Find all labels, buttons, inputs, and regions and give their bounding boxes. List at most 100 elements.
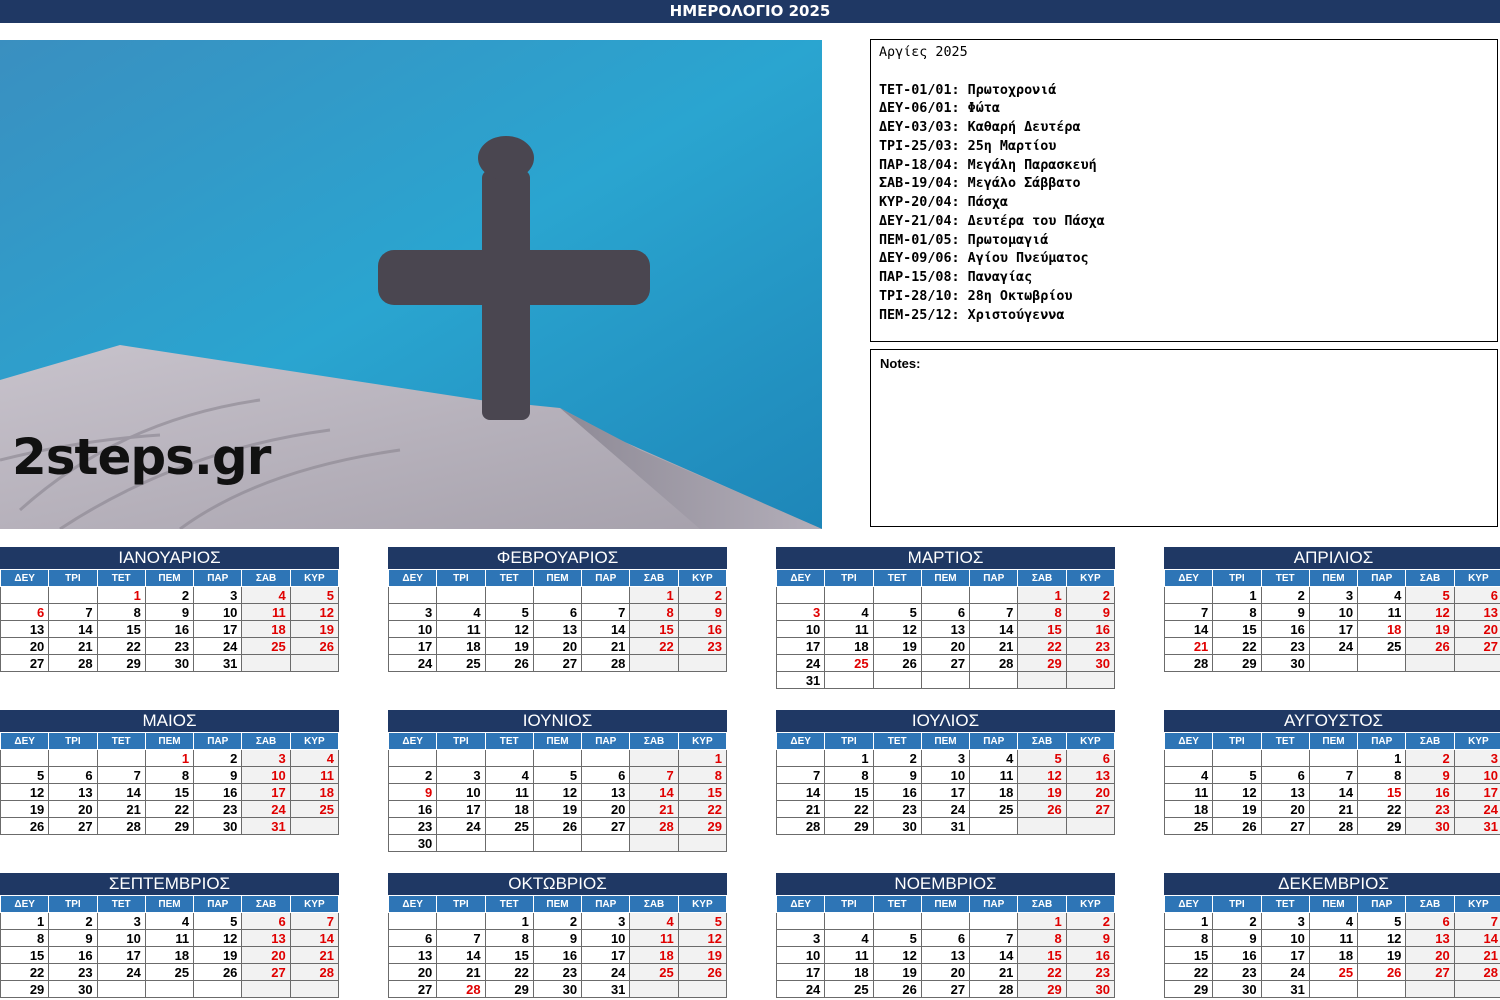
day-cell[interactable]: 3 xyxy=(1453,749,1500,767)
day-cell[interactable]: 27 xyxy=(48,817,98,835)
day-cell[interactable]: 26 xyxy=(0,817,50,835)
day-cell[interactable]: 4 xyxy=(1163,766,1214,784)
day-cell[interactable]: 22 xyxy=(1017,637,1067,655)
day-cell[interactable]: 4 xyxy=(629,912,679,930)
day-cell[interactable]: 5 xyxy=(1017,749,1067,767)
day-cell[interactable]: 15 xyxy=(629,620,679,638)
day-cell[interactable]: 8 xyxy=(1017,603,1067,621)
day-cell[interactable]: 5 xyxy=(1212,766,1262,784)
day-cell[interactable]: 2 xyxy=(144,586,195,604)
day-cell[interactable]: 8 xyxy=(1357,766,1407,784)
day-cell[interactable]: 15 xyxy=(144,783,195,801)
day-cell[interactable]: 16 xyxy=(1065,620,1116,638)
day-cell[interactable]: 30 xyxy=(1065,980,1116,998)
day-cell[interactable]: 1 xyxy=(677,749,728,767)
day-cell[interactable]: 10 xyxy=(1453,766,1500,784)
day-cell[interactable]: 13 xyxy=(241,929,291,947)
day-cell[interactable]: 28 xyxy=(969,654,1019,672)
day-cell[interactable]: 8 xyxy=(484,929,534,947)
day-cell[interactable]: 26 xyxy=(532,817,583,835)
day-cell[interactable]: 19 xyxy=(872,637,922,655)
day-cell[interactable]: 23 xyxy=(144,637,195,655)
day-cell[interactable]: 3 xyxy=(1308,586,1359,604)
day-cell[interactable]: 13 xyxy=(1260,783,1310,801)
day-cell[interactable]: 18 xyxy=(824,963,874,981)
day-cell[interactable]: 7 xyxy=(96,766,146,784)
day-cell[interactable]: 30 xyxy=(1260,654,1310,672)
day-cell[interactable]: 4 xyxy=(144,912,195,930)
day-cell[interactable]: 7 xyxy=(629,766,679,784)
day-cell[interactable]: 29 xyxy=(96,654,146,672)
day-cell[interactable]: 22 xyxy=(824,800,874,818)
day-cell[interactable]: 12 xyxy=(677,929,728,947)
day-cell[interactable]: 25 xyxy=(969,800,1019,818)
day-cell[interactable]: 1 xyxy=(1163,912,1214,930)
day-cell[interactable]: 11 xyxy=(1163,783,1214,801)
day-cell[interactable]: 4 xyxy=(289,749,340,767)
day-cell[interactable]: 22 xyxy=(1017,963,1067,981)
day-cell[interactable]: 29 xyxy=(1163,980,1214,998)
day-cell[interactable]: 25 xyxy=(824,980,874,998)
day-cell[interactable]: 21 xyxy=(969,963,1019,981)
day-cell[interactable]: 10 xyxy=(1308,603,1359,621)
day-cell[interactable]: 4 xyxy=(824,929,874,947)
day-cell[interactable]: 5 xyxy=(289,586,340,604)
day-cell[interactable]: 29 xyxy=(824,817,874,835)
day-cell[interactable]: 18 xyxy=(144,946,195,964)
day-cell[interactable]: 24 xyxy=(96,963,146,981)
day-cell[interactable]: 27 xyxy=(920,654,971,672)
day-cell[interactable]: 27 xyxy=(920,980,971,998)
day-cell[interactable]: 12 xyxy=(1357,929,1407,947)
day-cell[interactable]: 15 xyxy=(1017,946,1067,964)
day-cell[interactable]: 17 xyxy=(96,946,146,964)
day-cell[interactable]: 8 xyxy=(677,766,728,784)
day-cell[interactable]: 22 xyxy=(1212,637,1262,655)
day-cell[interactable]: 13 xyxy=(1453,603,1500,621)
day-cell[interactable]: 26 xyxy=(872,980,922,998)
day-cell[interactable]: 26 xyxy=(872,654,922,672)
day-cell[interactable]: 18 xyxy=(289,783,340,801)
day-cell[interactable]: 30 xyxy=(872,817,922,835)
day-cell[interactable]: 25 xyxy=(1357,637,1407,655)
day-cell[interactable]: 29 xyxy=(677,817,728,835)
day-cell[interactable]: 6 xyxy=(0,603,50,621)
day-cell[interactable]: 31 xyxy=(1260,980,1310,998)
day-cell[interactable]: 25 xyxy=(1308,963,1359,981)
day-cell[interactable]: 9 xyxy=(193,766,243,784)
day-cell[interactable]: 20 xyxy=(241,946,291,964)
day-cell[interactable]: 19 xyxy=(193,946,243,964)
day-cell[interactable]: 7 xyxy=(289,912,340,930)
day-cell[interactable]: 20 xyxy=(1405,946,1455,964)
day-cell[interactable]: 11 xyxy=(241,603,291,621)
day-cell[interactable]: 23 xyxy=(48,963,98,981)
day-cell[interactable]: 7 xyxy=(436,929,486,947)
day-cell[interactable]: 27 xyxy=(532,654,583,672)
notes-panel[interactable]: Notes: xyxy=(870,349,1498,527)
day-cell[interactable]: 20 xyxy=(532,637,583,655)
day-cell[interactable]: 5 xyxy=(872,929,922,947)
day-cell[interactable]: 20 xyxy=(1453,620,1500,638)
day-cell[interactable]: 9 xyxy=(1405,766,1455,784)
day-cell[interactable]: 30 xyxy=(1065,654,1116,672)
day-cell[interactable]: 28 xyxy=(1308,817,1359,835)
day-cell[interactable]: 15 xyxy=(1017,620,1067,638)
day-cell[interactable]: 14 xyxy=(436,946,486,964)
day-cell[interactable]: 20 xyxy=(48,800,98,818)
day-cell[interactable]: 18 xyxy=(436,637,486,655)
day-cell[interactable]: 4 xyxy=(241,586,291,604)
day-cell[interactable]: 28 xyxy=(629,817,679,835)
day-cell[interactable]: 14 xyxy=(1308,783,1359,801)
day-cell[interactable]: 17 xyxy=(775,637,826,655)
day-cell[interactable]: 15 xyxy=(824,783,874,801)
day-cell[interactable]: 6 xyxy=(581,766,631,784)
day-cell[interactable]: 28 xyxy=(289,963,340,981)
day-cell[interactable]: 12 xyxy=(872,946,922,964)
day-cell[interactable]: 7 xyxy=(969,603,1019,621)
day-cell[interactable]: 28 xyxy=(1163,654,1214,672)
day-cell[interactable]: 12 xyxy=(872,620,922,638)
day-cell[interactable]: 24 xyxy=(241,800,291,818)
day-cell[interactable]: 29 xyxy=(1017,654,1067,672)
day-cell[interactable]: 2 xyxy=(193,749,243,767)
day-cell[interactable]: 3 xyxy=(775,603,826,621)
day-cell[interactable]: 14 xyxy=(1163,620,1214,638)
